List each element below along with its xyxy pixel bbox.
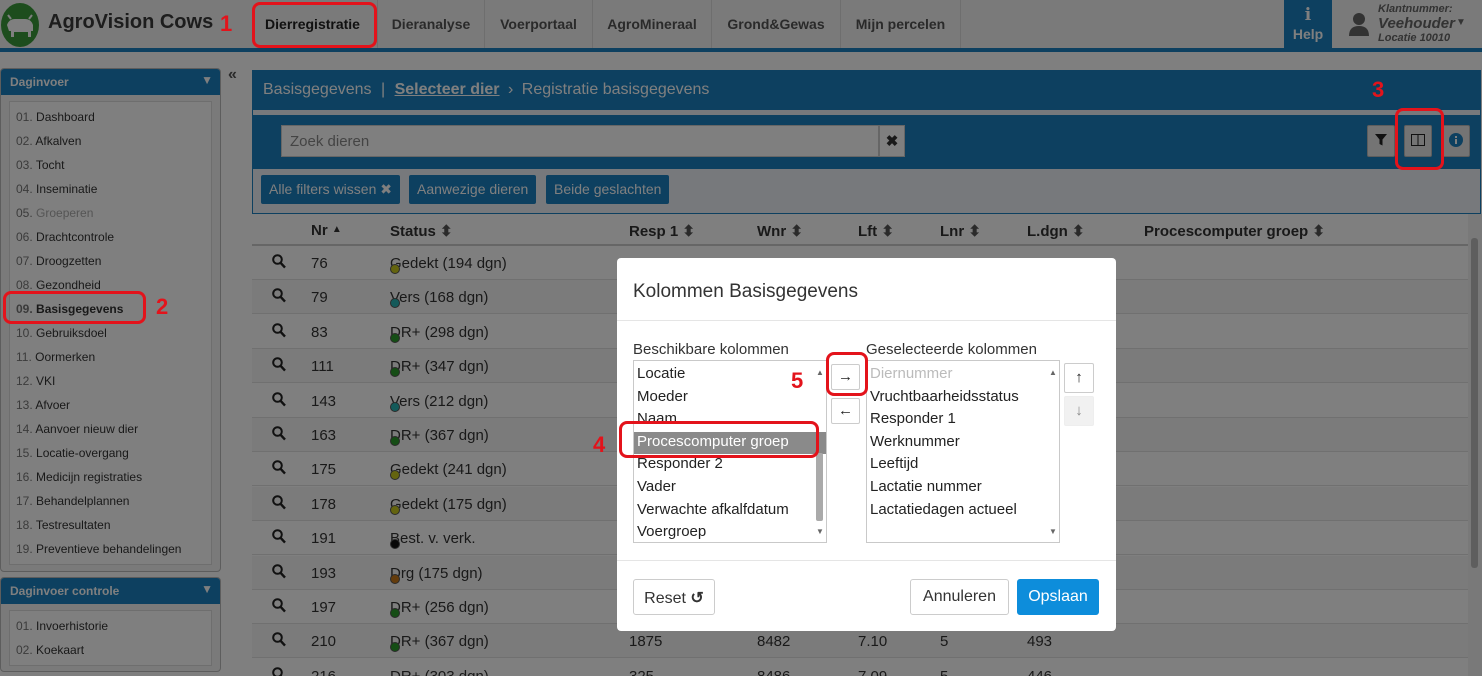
available-columns-label: Beschikbare kolommen [633,341,789,358]
modal-title: Kolommen Basisgegevens [633,281,858,302]
annotation-box-2 [3,291,146,324]
selected-column-option[interactable]: Lactatie nummer [867,477,1059,500]
selected-column-option[interactable]: Responder 1 [867,409,1059,432]
annotation-box-3 [1395,108,1444,170]
selected-columns-list[interactable]: Diernummer Vruchtbaarheidsstatus Responder… [866,360,1060,543]
selected-column-option[interactable]: Werknummer [867,432,1059,455]
reset-label: Reset [644,590,686,607]
modal-footer-divider [617,560,1116,561]
arrow-up-icon: ↑ [1075,369,1083,386]
reset-button[interactable]: Reset ↺ [633,579,715,615]
move-up-button[interactable]: ↑ [1064,363,1094,393]
selected-column-option[interactable]: Lactatiedagen actueel [867,500,1059,523]
annotation-number-3: 3 [1372,77,1385,102]
arrow-left-icon: ← [838,402,853,419]
arrow-down-icon: ↓ [1075,402,1083,419]
annotation-number-4: 4 [593,432,606,457]
selected-column-option[interactable]: Vruchtbaarheidsstatus [867,387,1059,410]
save-button[interactable]: Opslaan [1017,579,1099,615]
annotation-number-1: 1 [220,11,233,36]
selected-column-option: Diernummer [870,365,953,382]
annotation-box-1 [252,2,377,48]
scroll-up-icon: ▲ [1049,368,1057,377]
annotation-number-2: 2 [156,294,169,319]
move-down-button[interactable]: ↓ [1064,396,1094,426]
modal-divider [617,320,1116,321]
remove-column-button[interactable]: ← [831,398,860,424]
annotation-number-5: 5 [791,368,804,393]
annotation-box-4 [619,421,819,458]
selected-columns-label: Geselecteerde kolommen [866,341,1037,358]
list-scrollbar[interactable]: ▲ ▼ [1047,361,1059,542]
annotation-box-5 [826,352,868,396]
available-column-option[interactable]: Vader [634,477,826,500]
available-column-option[interactable]: Verwachte afkalfdatum [634,500,826,523]
cancel-button[interactable]: Annuleren [910,579,1009,615]
undo-icon: ↺ [690,590,704,607]
scroll-up-icon: ▲ [816,368,824,377]
scroll-down-icon: ▼ [816,527,824,536]
scroll-down-icon: ▼ [1049,527,1057,536]
selected-column-option[interactable]: Leeftijd [867,454,1059,477]
available-column-option[interactable]: Voergroep [634,522,826,542]
scroll-thumb[interactable] [816,453,823,521]
